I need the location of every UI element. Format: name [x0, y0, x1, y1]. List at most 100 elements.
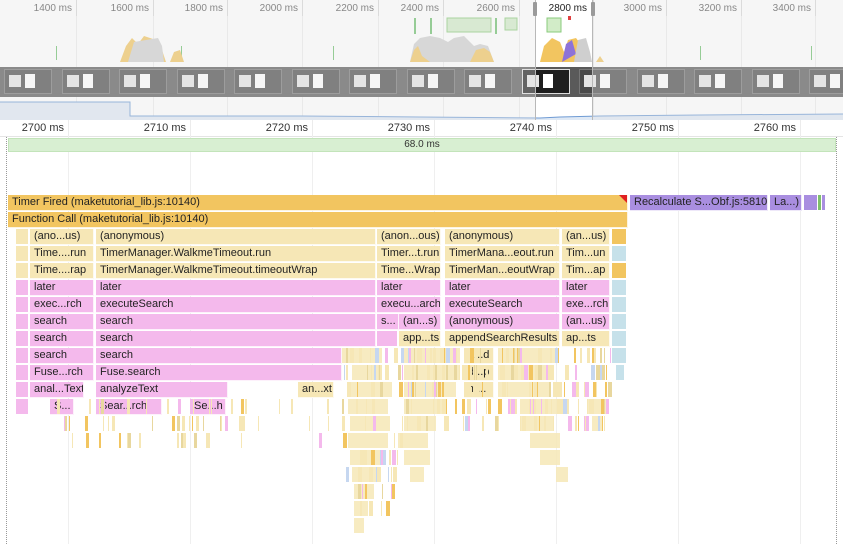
flame-block[interactable]: app...ts: [399, 331, 441, 347]
flame-leaf-sliver: [373, 365, 376, 380]
flame-block-recalculate-style[interactable]: Recalculate S...Obf.js:5810): [630, 195, 768, 211]
flame-leaf-sliver: [99, 433, 102, 448]
flame-block[interactable]: Fuse...rch: [30, 365, 94, 381]
flame-block[interactable]: (ano...us): [30, 229, 94, 245]
flame-leaf-sliver: [486, 399, 488, 414]
flame-block-small[interactable]: [16, 263, 28, 278]
flame-block-small[interactable]: [804, 195, 817, 210]
flame-block[interactable]: TimerMan...eoutWrap: [445, 263, 560, 279]
flame-leaf-sliver: [474, 382, 479, 397]
flame-block[interactable]: an...xt: [298, 382, 334, 398]
flame-leaf-sliver: [318, 433, 322, 448]
flame-leaf-sliver: [393, 433, 395, 448]
flame-block-small[interactable]: [16, 314, 28, 329]
flame-block[interactable]: later: [562, 280, 610, 296]
flame-block[interactable]: exe...rch: [562, 297, 610, 313]
flame-leaf-sliver: [182, 433, 186, 448]
flame-block-timer-fired[interactable]: Timer Fired (maketutorial_lib.js:10140): [8, 195, 628, 211]
flame-block[interactable]: (an...us): [562, 314, 610, 330]
flame-block[interactable]: S...: [50, 399, 74, 415]
flame-leaf-sliver: [372, 399, 376, 414]
flame-block[interactable]: search: [96, 314, 376, 330]
flame-leaf-sliver: [401, 348, 405, 363]
flame-block-small[interactable]: [16, 246, 28, 261]
flame-block-small[interactable]: [612, 314, 626, 329]
flame-block[interactable]: TimerManager.WalkmeTimeout.run: [96, 246, 376, 262]
flame-block[interactable]: analyzeText: [96, 382, 228, 398]
flame-leaf-sliver: [407, 416, 409, 431]
flame-block-function-call[interactable]: Function Call (maketutorial_lib.js:10140…: [8, 212, 628, 228]
flame-block[interactable]: Tim...ap: [562, 263, 610, 279]
flame-block[interactable]: TimerManager.WalkmeTimeout.timeoutWrap: [96, 263, 376, 279]
flame-leaf-sliver: [485, 382, 490, 397]
flame-block[interactable]: later: [96, 280, 376, 296]
flame-block[interactable]: search: [30, 331, 94, 347]
flame-block-small[interactable]: [612, 297, 626, 312]
flame-block-small[interactable]: [612, 331, 626, 346]
flame-block[interactable]: executeSearch: [445, 297, 560, 313]
flame-block-small[interactable]: [612, 280, 626, 295]
flame-block[interactable]: TimerMana...eout.run: [445, 246, 560, 262]
flame-block-small[interactable]: [16, 280, 28, 295]
flame-block-layout[interactable]: La...): [770, 195, 802, 211]
flame-block[interactable]: later: [377, 280, 441, 296]
flame-leaf-sliver: [386, 501, 391, 516]
flame-block[interactable]: search: [30, 314, 94, 330]
flame-block-small[interactable]: [16, 331, 28, 346]
flame-block-small[interactable]: [16, 399, 28, 414]
flame-block[interactable]: (an...us): [562, 229, 610, 245]
flame-block-small[interactable]: [16, 365, 28, 380]
flame-block[interactable]: exec...rch: [30, 297, 94, 313]
flame-block[interactable]: Tim...un: [562, 246, 610, 262]
flame-leaf-sliver: [357, 382, 359, 397]
flame-block[interactable]: (an...s): [399, 314, 441, 330]
flame-block[interactable]: execu...arch: [377, 297, 441, 313]
flame-leaf-sliver: [327, 399, 329, 414]
flame-leaf-sliver: [588, 348, 590, 363]
flame-block[interactable]: later: [30, 280, 94, 296]
flame-block[interactable]: s...: [377, 314, 399, 330]
flame-block[interactable]: later: [445, 280, 560, 296]
flame-block[interactable]: appendSearchResults: [445, 331, 560, 347]
flame-block[interactable]: Fuse.search: [96, 365, 342, 381]
flame-leaf-sliver: [441, 399, 446, 414]
flame-block[interactable]: Time....rap: [30, 263, 94, 279]
flame-block-small[interactable]: [616, 365, 624, 380]
flame-block[interactable]: (anonymous): [445, 314, 560, 330]
flame-block[interactable]: anal...Text: [30, 382, 84, 398]
flame-leaf-sliver: [454, 365, 458, 380]
flame-block[interactable]: ap...ts: [562, 331, 610, 347]
flame-block[interactable]: Time...Wrap: [377, 263, 441, 279]
flame-leaf-sliver: [370, 348, 371, 363]
flame-leaf-sliver: [359, 501, 362, 516]
flame-block-small[interactable]: [612, 348, 626, 363]
flame-block-small[interactable]: [612, 246, 626, 261]
flame-block-small[interactable]: [818, 195, 821, 210]
flame-block-small[interactable]: [822, 195, 825, 210]
flame-block[interactable]: (anonymous): [96, 229, 376, 245]
flame-block[interactable]: search: [96, 331, 376, 347]
flame-block[interactable]: (anon...ous): [377, 229, 441, 245]
flame-block-small[interactable]: [612, 229, 626, 244]
flame-block[interactable]: search: [30, 348, 94, 364]
flame-block-small[interactable]: [16, 348, 28, 363]
flame-block-small[interactable]: [16, 382, 28, 397]
flame-block-small[interactable]: [612, 263, 626, 278]
flame-leaf-sliver: [416, 416, 421, 431]
flame-block-small[interactable]: [16, 297, 28, 312]
flame-leaf-sliver: [597, 416, 600, 431]
flame-leaf-sliver: [357, 467, 362, 482]
flame-block[interactable]: Timer...t.run: [377, 246, 441, 262]
flame-leaf-sliver: [604, 399, 606, 414]
flame-block-small[interactable]: [377, 331, 397, 346]
flame-leaf-sliver: [350, 348, 355, 363]
flame-block[interactable]: Time....run: [30, 246, 94, 262]
flame-leaf-sliver: [578, 399, 580, 414]
flame-leaf-sliver: [549, 382, 552, 397]
flame-block[interactable]: executeSearch: [96, 297, 376, 313]
flame-block-small[interactable]: [16, 229, 28, 244]
flame-block[interactable]: (anonymous): [445, 229, 560, 245]
flame-block[interactable]: search: [96, 348, 342, 364]
flame-leaf-sliver: [571, 382, 576, 397]
flame-leaf-sliver: [393, 467, 398, 482]
